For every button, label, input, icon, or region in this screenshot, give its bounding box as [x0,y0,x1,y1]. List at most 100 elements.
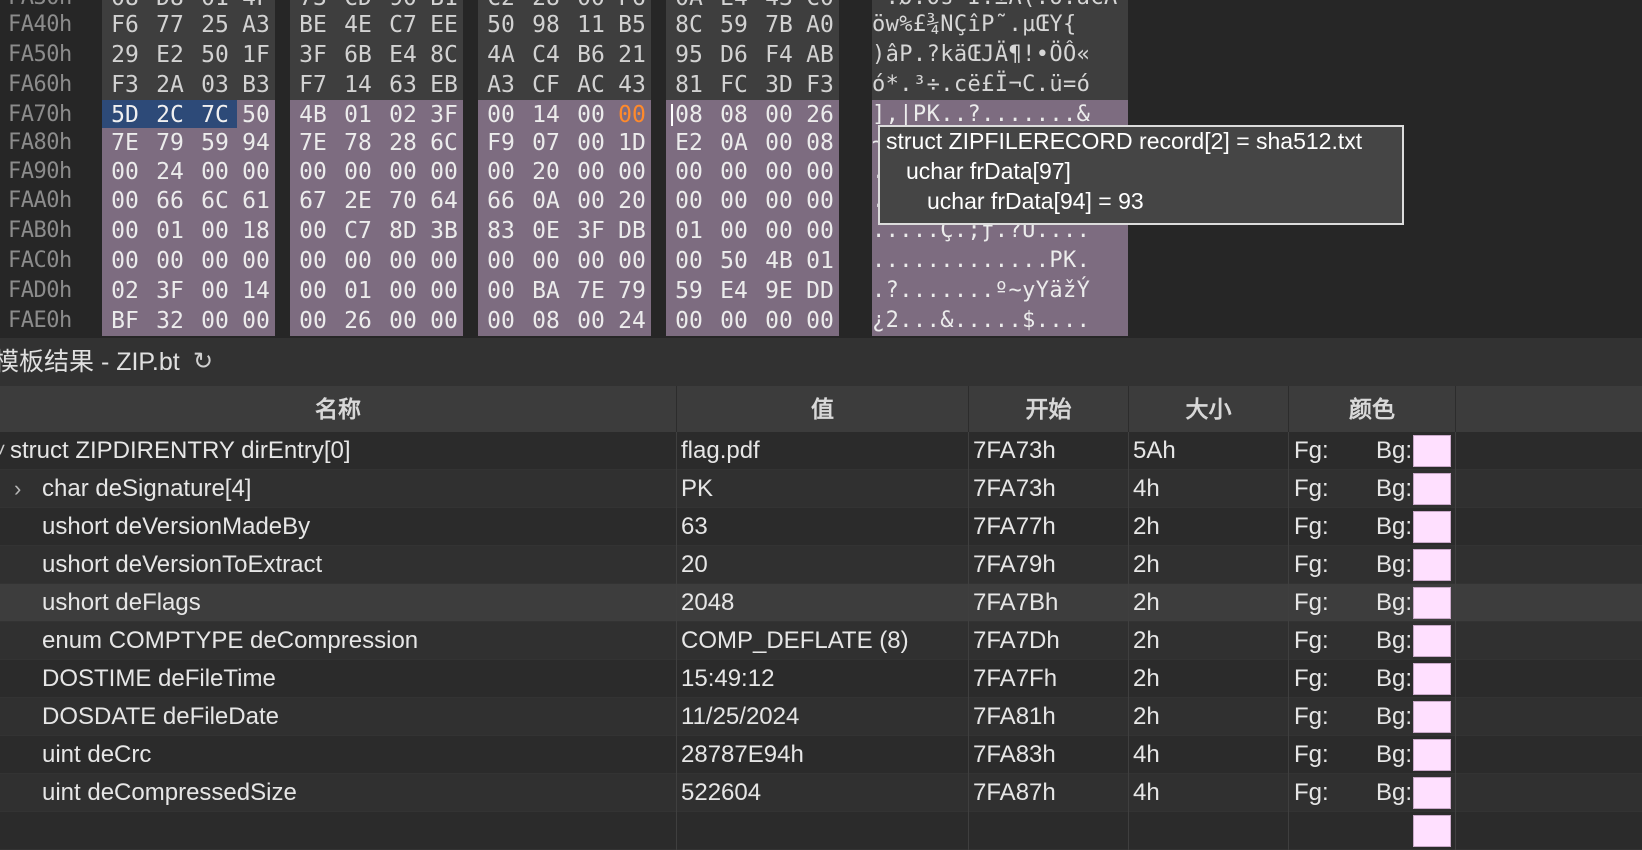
hex-byte[interactable]: 00 [756,157,802,187]
hex-byte[interactable]: 14 [237,276,275,306]
hex-byte[interactable]: 08 [711,100,757,130]
hex-byte[interactable]: 00 [425,306,463,336]
hex-byte[interactable]: 00 [801,216,839,246]
hex-ascii[interactable]: ¿2...&.....$.... [872,306,1128,336]
hex-byte[interactable]: 00 [711,186,757,216]
hex-byte[interactable]: 00 [613,157,651,187]
hex-byte[interactable]: 24 [613,306,651,336]
bg-color-swatch[interactable] [1413,587,1451,619]
hex-byte[interactable]: 01 [335,100,381,130]
hex-byte[interactable]: 50 [711,246,757,276]
hex-byte[interactable]: EB [425,70,463,100]
hex-byte[interactable]: 00 [756,100,802,130]
table-row[interactable]: uint deCrc 28787E94h 7FA83h 4h Fg: Bg: [0,736,1642,774]
hex-byte[interactable]: AB [801,40,839,70]
hex-byte[interactable]: 11 [568,10,614,40]
hex-byte[interactable]: 00 [711,216,757,246]
hex-byte[interactable]: 00 [290,306,336,336]
hex-byte[interactable]: 0A [711,128,757,158]
hex-byte[interactable]: 02 [102,276,148,306]
hex-byte[interactable]: C7 [335,216,381,246]
hex-byte[interactable]: 64 [425,186,463,216]
table-row[interactable]: ˅struct ZIPDIRENTRY dirEntry[0] flag.pdf 7… [0,432,1642,470]
hex-byte[interactable]: 00 [290,216,336,246]
hex-ascii[interactable]: )âP.?käŒJÄ¶!•ÖÔ« [872,40,1128,70]
hex-byte[interactable]: 00 [237,157,275,187]
hex-byte[interactable]: 2A [147,70,193,100]
hex-byte[interactable]: 00 [478,306,524,336]
hex-row[interactable]: FAC0h 00 00 00 00 00 00 00 00 00 00 00 00 00 50 4B 01...… [0,246,1642,276]
hex-byte[interactable]: 02 [380,100,426,130]
hex-byte[interactable]: 0A [523,186,569,216]
hex-byte[interactable]: E2 [147,40,193,70]
hex-byte[interactable]: 81 [666,70,712,100]
hex-byte[interactable]: 00 [380,306,426,336]
bg-color-swatch[interactable] [1413,473,1451,505]
hex-byte[interactable]: 00 [380,246,426,276]
column-header-start[interactable]: 开始 [969,386,1129,432]
hex-byte[interactable]: 00 [613,246,651,276]
hex-byte[interactable]: 08 [666,100,712,130]
hex-row[interactable]: FAE0h BF 32 00 00 00 26 00 00 00 08 00 24 00 00 00 00 ¿2.… [0,306,1642,336]
hex-byte[interactable]: 00 [478,276,524,306]
hex-byte[interactable]: 00 [568,306,614,336]
hex-byte[interactable]: 8C [425,40,463,70]
hex-byte[interactable]: 00 [192,216,238,246]
column-header-value[interactable]: 值 [677,386,969,432]
hex-byte[interactable]: 00 [192,306,238,336]
hex-byte[interactable]: 00 [192,157,238,187]
bg-color-swatch[interactable] [1413,777,1451,809]
hex-byte[interactable]: 4E [335,10,381,40]
hex-byte[interactable]: EE [425,10,463,40]
hex-byte[interactable]: 3F [425,100,463,130]
hex-byte[interactable]: 01 [666,216,712,246]
hex-byte[interactable]: 67 [290,186,336,216]
table-row[interactable] [0,812,1642,850]
hex-ascii[interactable]: .............PK. [872,246,1128,276]
hex-byte[interactable]: 00 [711,306,757,336]
bg-color-swatch[interactable] [1413,815,1451,847]
hex-byte[interactable]: 00 [102,186,148,216]
hex-byte[interactable]: 00 [568,128,614,158]
hex-byte[interactable]: 70 [380,186,426,216]
hex-byte[interactable]: 9E [756,276,802,306]
hex-byte[interactable]: 20 [613,186,651,216]
hex-byte[interactable]: A0 [801,10,839,40]
table-row[interactable]: ushort deVersionMadeBy 63 7FA77h 2h Fg: Bg: [0,508,1642,546]
hex-byte[interactable]: 78 [335,128,381,158]
hex-byte[interactable]: 25 [192,10,238,40]
hex-byte[interactable]: F9 [478,128,524,158]
hex-byte[interactable]: 4B [756,246,802,276]
table-row[interactable]: DOSDATE deFileDate 11/25/2024 7FA81h 2h Fg: B… [0,698,1642,736]
hex-ascii[interactable]: ó*.³÷.cë£Ï¬C.ü=ó [872,70,1128,100]
refresh-icon[interactable]: ↻ [193,338,213,386]
hex-byte[interactable]: 28 [380,128,426,158]
hex-byte[interactable]: 50 [192,40,238,70]
hex-byte[interactable]: F7 [290,70,336,100]
hex-byte[interactable]: 26 [801,100,839,130]
hex-byte[interactable]: 4A [478,40,524,70]
hex-byte[interactable]: 26 [335,306,381,336]
hex-byte[interactable]: F3 [102,70,148,100]
hex-byte[interactable]: 94 [237,128,275,158]
hex-byte[interactable]: 00 [478,157,524,187]
hex-byte[interactable]: E2 [666,128,712,158]
hex-byte[interactable]: 00 [237,246,275,276]
hex-byte[interactable]: 00 [523,246,569,276]
hex-ascii[interactable]: öw%£¾NÇîP˜.µŒY{ [872,10,1128,40]
hex-byte[interactable]: 3F [290,40,336,70]
bg-color-swatch[interactable] [1413,625,1451,657]
hex-byte[interactable]: 00 [666,306,712,336]
hex-row[interactable]: FAD0h 02 3F 00 14 00 01 00 00 00 BA 7E 79 59 E4 9E DD.?.… [0,276,1642,306]
hex-byte[interactable]: 24 [147,157,193,187]
hex-byte[interactable]: 95 [666,40,712,70]
hex-byte[interactable]: C7 [380,10,426,40]
table-row[interactable]: DOSTIME deFileTime 15:49:12 7FA7Fh 2h Fg: Bg: [0,660,1642,698]
hex-byte[interactable]: 00 [756,306,802,336]
hex-byte[interactable]: 07 [523,128,569,158]
hex-byte[interactable]: 00 [425,276,463,306]
hex-byte[interactable]: 4B [290,100,336,130]
hex-byte[interactable]: 50 [478,10,524,40]
hex-byte[interactable]: 14 [523,100,569,130]
hex-byte[interactable]: 00 [147,246,193,276]
